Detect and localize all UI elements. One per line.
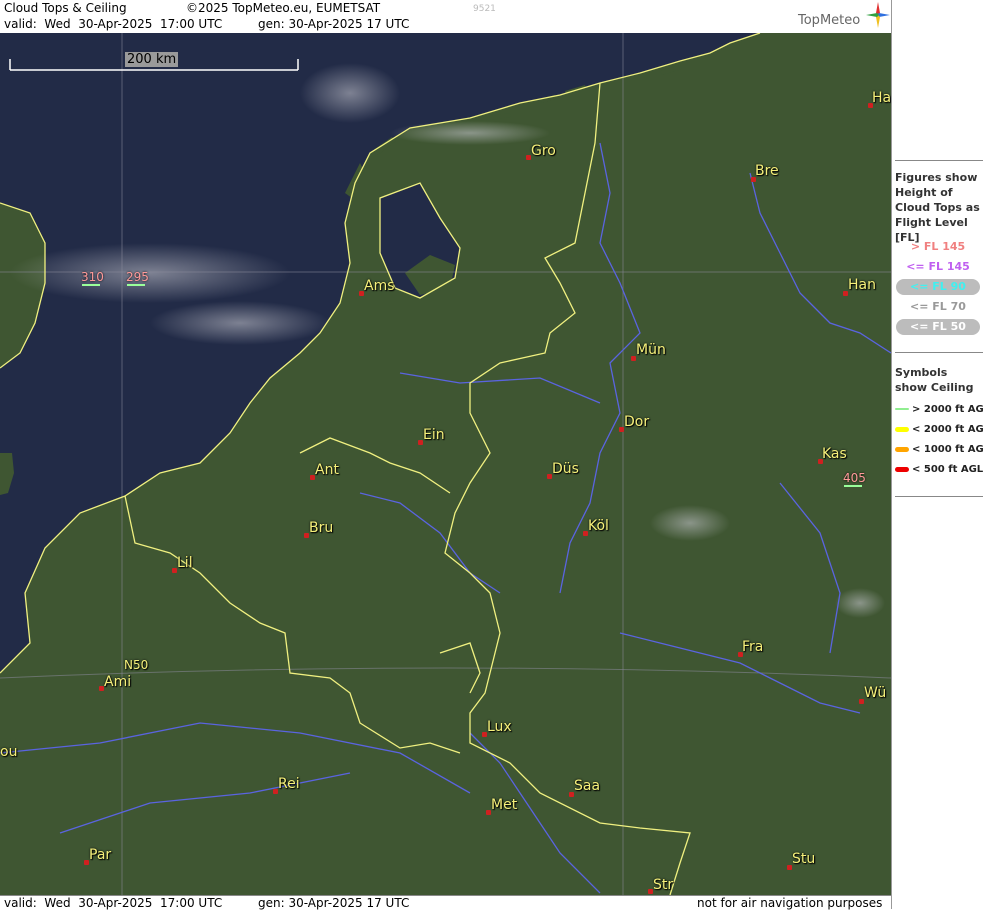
topmeteo-logo-text: TopMeteo bbox=[798, 13, 861, 28]
city-label: Ha bbox=[872, 90, 891, 106]
city-label: Wü bbox=[864, 685, 887, 701]
city-label: ou bbox=[0, 744, 18, 760]
ceiling-symbol bbox=[127, 284, 145, 286]
scale-bar-label: 200 km bbox=[125, 52, 179, 67]
legend-level: <= FL 70 bbox=[910, 300, 966, 313]
legend-divider bbox=[895, 160, 983, 161]
legend-symbol: < 1000 ft AGL bbox=[895, 443, 983, 457]
copyright-text: ©2025 TopMeteo.eu, EUMETSAT bbox=[186, 1, 381, 15]
city-label: Ein bbox=[423, 427, 445, 443]
legend-divider bbox=[895, 352, 983, 353]
city-label: Bru bbox=[309, 520, 334, 536]
cloud-top-figure: 295 bbox=[126, 270, 149, 284]
cloud-top-figure: 310 bbox=[81, 270, 104, 284]
city-label: Han bbox=[848, 277, 876, 293]
compass-star-icon bbox=[866, 2, 890, 28]
map-footer: valid: Wed 30-Apr-2025 17:00 UTC gen: 30… bbox=[0, 895, 891, 910]
city-label: Rei bbox=[278, 776, 300, 792]
legend-panel: Figures show Height of Cloud Tops as Fli… bbox=[891, 0, 983, 909]
product-code: 9521 bbox=[473, 4, 496, 14]
city-label: Met bbox=[491, 797, 518, 813]
city-label: Ant bbox=[315, 462, 339, 478]
map-header: Cloud Tops & Ceiling ©2025 TopMeteo.eu, … bbox=[0, 0, 891, 34]
city-label: Bre bbox=[755, 163, 779, 179]
city-label: Fra bbox=[742, 639, 764, 655]
latitude-label: N50 bbox=[124, 658, 149, 672]
city-label: Ams bbox=[364, 278, 395, 294]
city-label: Gro bbox=[531, 143, 556, 159]
valid-time: valid: Wed 30-Apr-2025 17:00 UTC bbox=[4, 17, 223, 31]
city-label: Köl bbox=[588, 518, 609, 534]
ceiling-symbol bbox=[82, 284, 100, 286]
legend-level: > FL 145 bbox=[910, 240, 966, 253]
ceiling-symbol bbox=[844, 485, 862, 487]
ceiling-legend-title: Symbols show Ceiling bbox=[895, 366, 974, 394]
disclaimer-text: not for air navigation purposes bbox=[697, 896, 883, 910]
legend-level: <= FL 50 bbox=[896, 319, 980, 335]
legend-symbol: > 2000 ft AGL bbox=[895, 403, 983, 417]
city-label: Saa bbox=[574, 778, 601, 794]
footer-generated-time: gen: 30-Apr-2025 17 UTC bbox=[258, 896, 410, 910]
generated-time: gen: 30-Apr-2025 17 UTC bbox=[258, 17, 410, 31]
city-label: Dor bbox=[624, 414, 650, 430]
cloud-top-figure: 405 bbox=[843, 471, 866, 485]
city-label: Düs bbox=[552, 461, 579, 477]
legend-level: <= FL 145 bbox=[906, 260, 970, 273]
legend-symbol: < 2000 ft AGL bbox=[895, 423, 983, 437]
city-label: Str bbox=[653, 877, 674, 893]
tops-legend-title: Figures show Height of Cloud Tops as Fli… bbox=[895, 171, 980, 244]
satellite-map[interactable]: 200 km Gro Bre Ha Ams Han Mün Ein Dor An… bbox=[0, 33, 891, 895]
city-label: Mün bbox=[636, 342, 666, 358]
footer-valid-time: valid: Wed 30-Apr-2025 17:00 UTC bbox=[4, 896, 223, 910]
city-label: Kas bbox=[822, 446, 847, 462]
legend-level: <= FL 90 bbox=[896, 279, 980, 295]
city-label: Ami bbox=[104, 674, 132, 690]
map-title: Cloud Tops & Ceiling bbox=[4, 1, 127, 15]
city-label: Lil bbox=[177, 555, 193, 571]
legend-divider bbox=[895, 496, 983, 497]
city-label: Lux bbox=[487, 719, 512, 735]
legend-symbol: < 500 ft AGL bbox=[895, 463, 983, 477]
city-label: Stu bbox=[792, 851, 816, 867]
city-label: Par bbox=[89, 847, 112, 863]
